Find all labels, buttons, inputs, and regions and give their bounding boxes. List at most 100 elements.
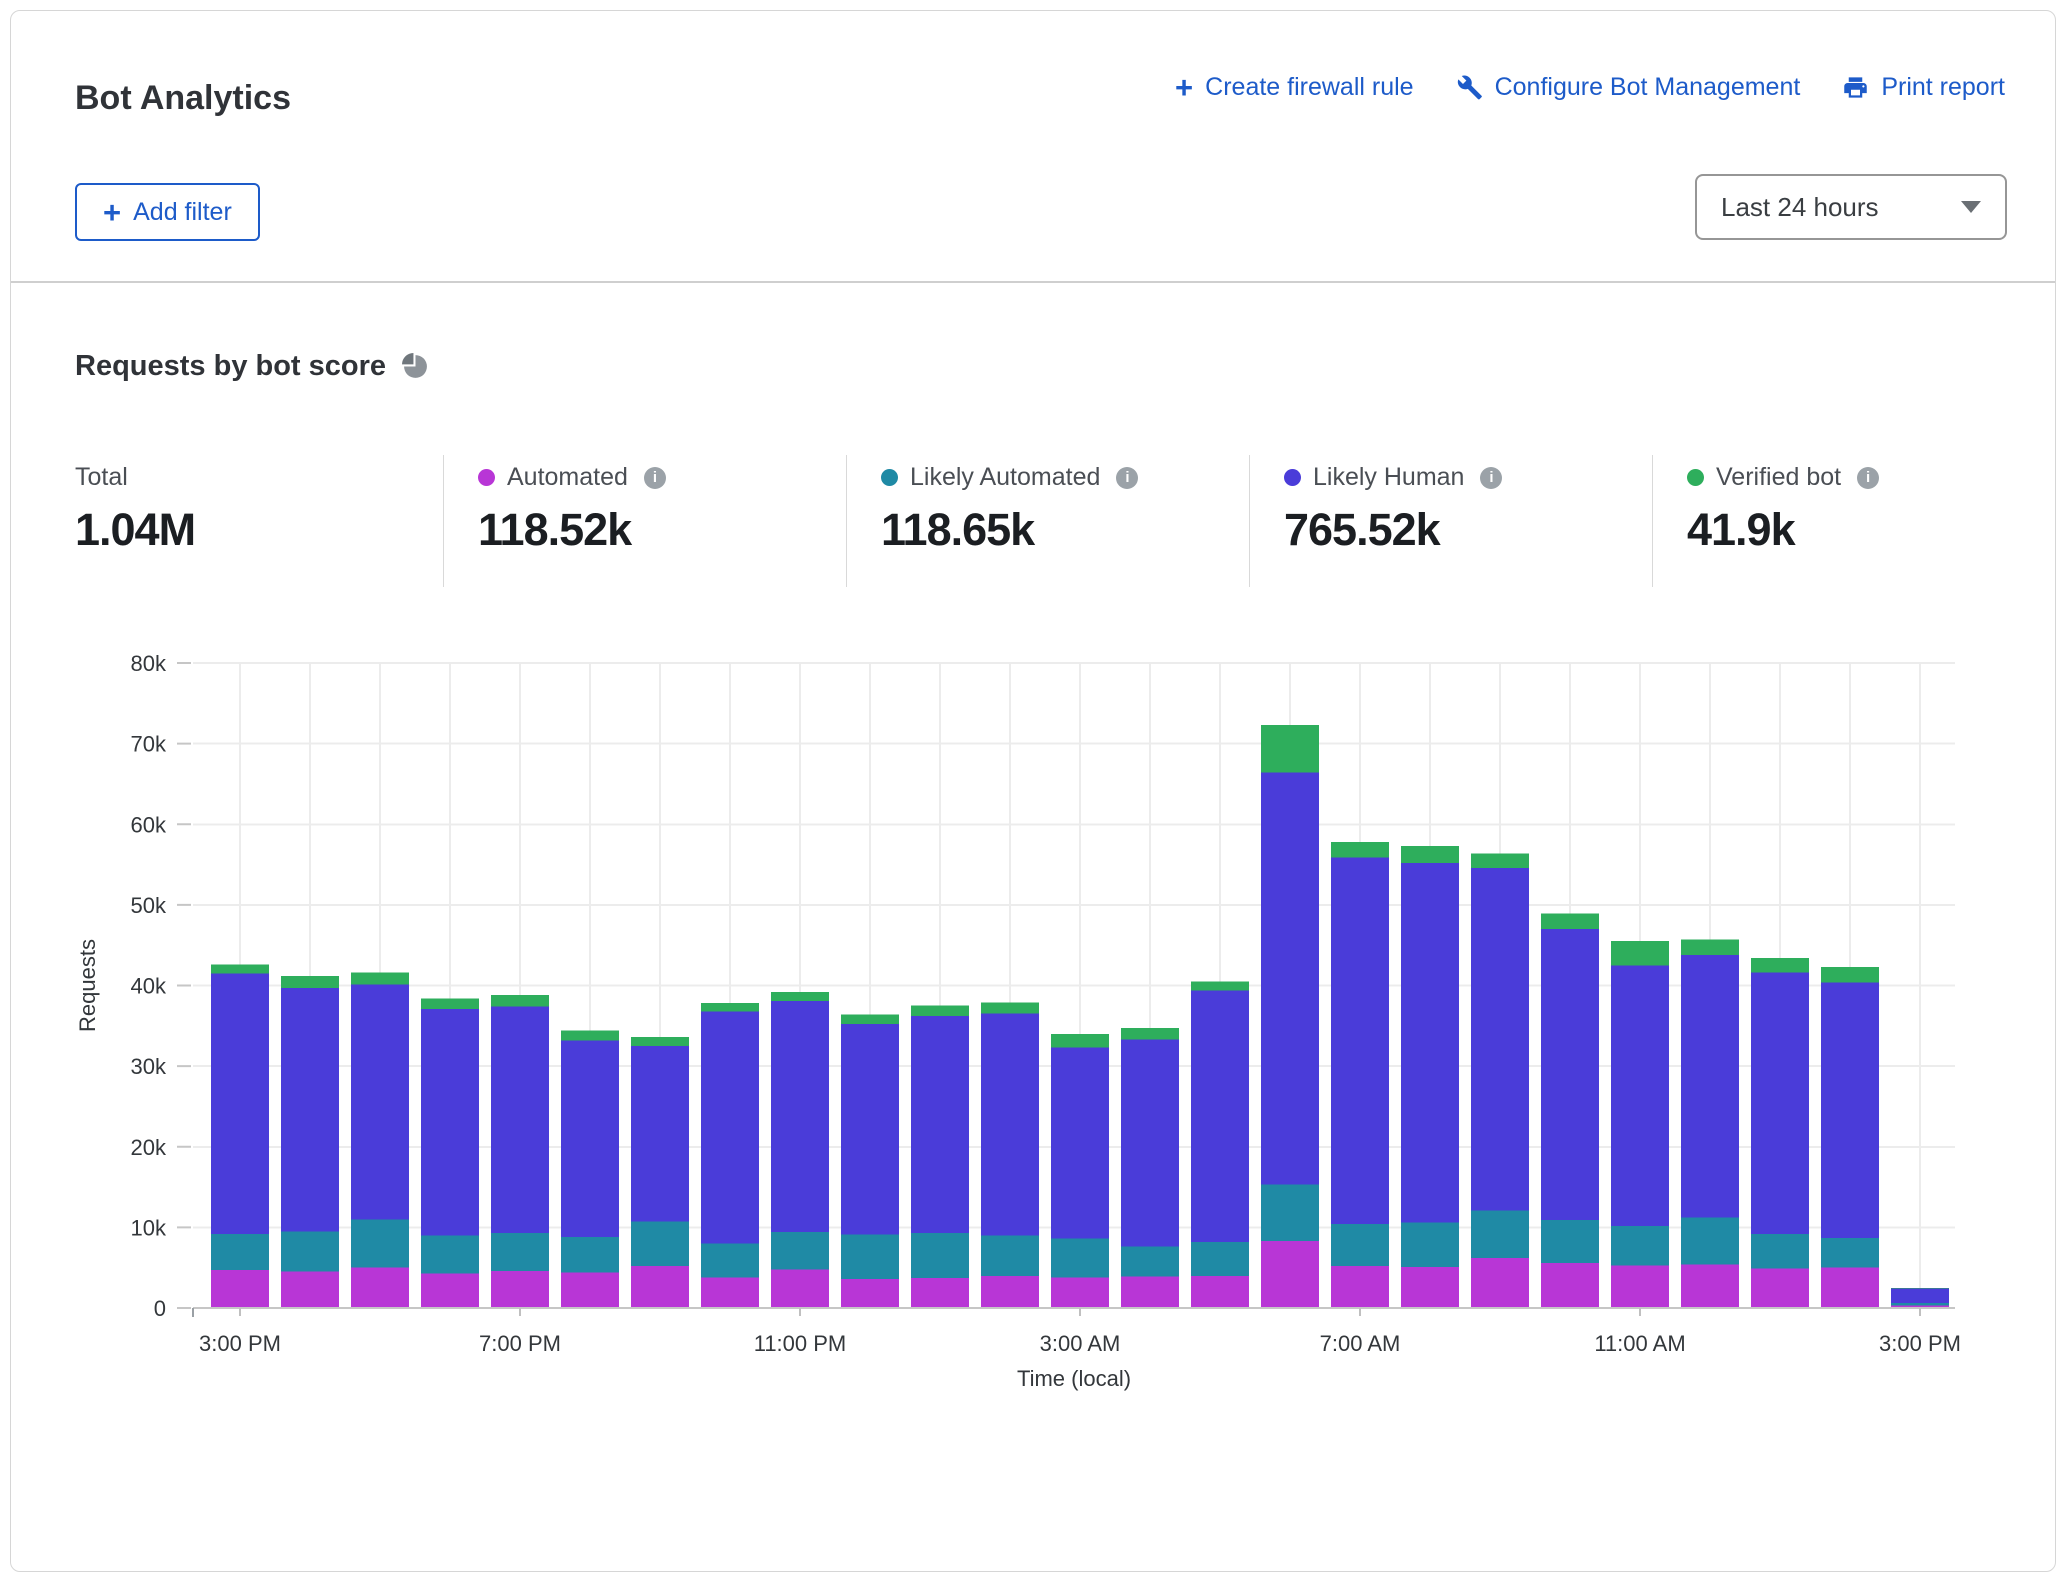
time-range-select[interactable]: Last 24 hours [1695,174,2007,240]
bar-segment [841,1024,899,1234]
bar-segment [1471,1210,1529,1258]
bar-segment [841,1015,899,1025]
stat-automated-label: Automated [507,463,628,492]
bar-segment [1751,973,1809,1234]
svg-text:7:00 PM: 7:00 PM [479,1331,561,1356]
bar-segment [1611,941,1669,965]
bar-segment [771,1001,829,1232]
wrench-icon [1456,74,1483,101]
bar-segment [421,998,479,1008]
bar-segment [1261,773,1319,1185]
bar-segment [1051,1034,1109,1048]
info-icon[interactable]: i [644,467,666,489]
stat-total-label: Total [75,463,128,492]
bar-segment [1051,1239,1109,1278]
stat-separator [846,455,847,587]
info-icon[interactable]: i [1116,467,1138,489]
svg-text:30k: 30k [131,1054,167,1079]
bar-segment [771,992,829,1001]
bar-segment [1191,981,1249,990]
bar-segment [351,1219,409,1267]
stat-automated-value: 118.52k [478,504,666,556]
bar-segment [1401,846,1459,863]
bar-segment [911,1278,969,1308]
bar-segment [1471,868,1529,1211]
stat-total: Total 1.04M [75,463,195,556]
bar-segment [981,1014,1039,1236]
stat-likely-automated-label: Likely Automated [910,463,1100,492]
stats-row: Total 1.04M Automated i 118.52k Likely A… [0,455,2070,595]
bar-segment [211,973,269,1233]
bar-segment [1821,1268,1879,1308]
print-report-label: Print report [1881,73,2005,102]
svg-text:3:00 PM: 3:00 PM [1879,1331,1961,1356]
bar-segment [1051,1048,1109,1239]
info-icon[interactable]: i [1480,467,1502,489]
bar-segment [1401,863,1459,1223]
stat-total-value: 1.04M [75,504,195,556]
bar-segment [1121,1277,1179,1308]
bar-segment [561,1040,619,1237]
stat-separator [443,455,444,587]
automated-legend-dot [478,469,495,486]
print-report-link[interactable]: Print report [1842,73,2005,102]
svg-text:40k: 40k [131,974,167,999]
stat-likely-human: Likely Human i 765.52k [1284,463,1502,556]
bar-segment [421,1009,479,1236]
bar-segment [1331,842,1389,857]
create-firewall-rule-link[interactable]: + Create firewall rule [1175,72,1414,103]
bar-segment [1051,1277,1109,1308]
bar-segment [1611,1265,1669,1308]
bar-segment [1191,990,1249,1242]
bar-segment [1331,1266,1389,1308]
svg-text:3:00 PM: 3:00 PM [199,1331,281,1356]
bar-segment [631,1046,689,1222]
x-axis-title: Time (local) [1017,1366,1131,1391]
page-title: Bot Analytics [75,79,291,118]
svg-text:11:00 PM: 11:00 PM [754,1331,847,1356]
pie-chart-icon [402,353,429,380]
bar-segment [1331,1224,1389,1266]
stat-verified-bot-value: 41.9k [1687,504,1879,556]
plus-icon: + [103,197,121,228]
stacked-bar-chart: 010k20k30k40k50k60k70k80k3:00 PM7:00 PM1… [0,620,2070,1394]
add-filter-button[interactable]: + Add filter [75,183,260,241]
bar-segment [1751,1268,1809,1308]
bar-segment [491,1006,549,1233]
bar-segment [1751,958,1809,973]
svg-text:80k: 80k [131,651,167,676]
bar-segment [981,1002,1039,1013]
svg-text:20k: 20k [131,1135,167,1160]
bar-segment [1681,1264,1739,1308]
header-divider [11,281,2055,283]
x-axis: 3:00 PM7:00 PM11:00 PM3:00 AM7:00 AM11:0… [193,1308,1961,1356]
section-title: Requests by bot score [75,350,429,383]
info-icon[interactable]: i [1857,467,1879,489]
bar-segment [701,1011,759,1243]
create-firewall-rule-label: Create firewall rule [1205,73,1413,102]
bar-segment [771,1269,829,1308]
stat-verified-bot-label: Verified bot [1716,463,1841,492]
bar-segment [1541,1263,1599,1308]
printer-icon [1842,74,1869,101]
bar-segment [771,1232,829,1269]
stat-likely-human-label: Likely Human [1313,463,1464,492]
section-title-text: Requests by bot score [75,350,386,383]
bar-segment [1471,853,1529,868]
requests-by-bot-score-chart: 010k20k30k40k50k60k70k80k3:00 PM7:00 PM1… [0,620,2070,1394]
bar-segment [1121,1040,1179,1247]
bar-segment [281,976,339,988]
bar-segment [981,1276,1039,1308]
stat-separator [1249,455,1250,587]
bar-segment [281,1231,339,1271]
bar-segment [631,1222,689,1266]
bar-segment [1261,1241,1319,1308]
bar-segment [1891,1289,1949,1304]
svg-text:11:00 AM: 11:00 AM [1594,1331,1685,1356]
svg-text:60k: 60k [131,812,167,837]
bar-segment [1471,1258,1529,1308]
bar-segment [1821,967,1879,982]
configure-bot-management-link[interactable]: Configure Bot Management [1456,73,1801,102]
bar-segment [1611,1226,1669,1266]
svg-text:10k: 10k [131,1215,167,1240]
